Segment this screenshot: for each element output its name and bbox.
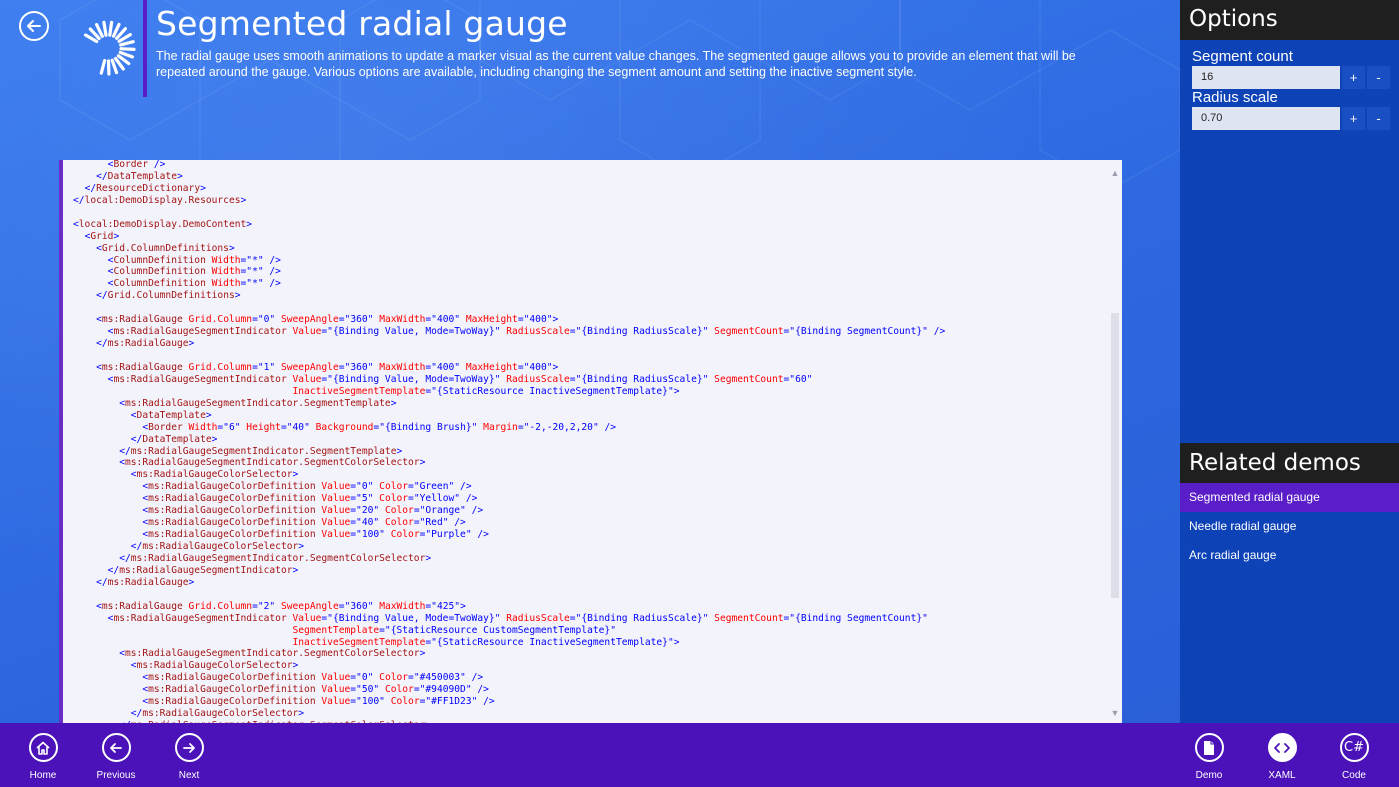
- radius-scale-increment-button[interactable]: +: [1342, 107, 1365, 130]
- radius-scale-input[interactable]: 0.70: [1192, 107, 1340, 130]
- code-line: </ms:RadialGaugeColorSelector>: [130, 708, 305, 720]
- segment-count-increment-button[interactable]: +: [1342, 66, 1365, 89]
- scroll-down-icon[interactable]: ▼: [1110, 708, 1120, 718]
- code-line: </Grid.ColumnDefinitions>: [96, 290, 241, 302]
- related-item-needle-radial-gauge[interactable]: Needle radial gauge: [1180, 512, 1399, 541]
- options-title: Options: [1189, 6, 1278, 32]
- code-line: <ms:RadialGaugeColorSelector>: [130, 660, 299, 672]
- code-line: <ms:RadialGauge Grid.Column="0" SweepAng…: [96, 314, 559, 326]
- scroll-up-icon[interactable]: ▲: [1110, 168, 1120, 178]
- code-line: <ms:RadialGaugeSegmentIndicator Value="{…: [107, 373, 813, 385]
- related-item-segmented-radial-gauge[interactable]: Segmented radial gauge: [1180, 483, 1399, 512]
- code-line: <ms:RadialGaugeSegmentIndicator.SegmentC…: [119, 648, 426, 660]
- code-line: <local:DemoDisplay.DemoContent>: [73, 218, 253, 230]
- csharp-icon: C#: [1344, 740, 1364, 755]
- vertical-scrollbar[interactable]: ▲ ▼: [1110, 168, 1120, 718]
- xaml-label: XAML: [1268, 770, 1296, 781]
- home-icon: [36, 741, 50, 755]
- radius-scale-label: Radius scale: [1192, 89, 1278, 106]
- code-line: </ms:RadialGaugeSegmentIndicator.Segment…: [119, 445, 403, 457]
- code-line: <ms:RadialGaugeSegmentIndicator Value="{…: [107, 612, 928, 624]
- back-button[interactable]: [19, 11, 49, 41]
- code-line: </local:DemoDisplay.Resources>: [73, 194, 247, 206]
- code-line: InactiveSegmentTemplate="{StaticResource…: [292, 385, 680, 397]
- code-line: </ms:RadialGaugeColorSelector>: [130, 541, 305, 552]
- code-line: <ms:RadialGaugeColorDefinition Value="0"…: [142, 481, 472, 493]
- code-line: <ms:RadialGaugeColorDefinition Value="5"…: [142, 493, 478, 505]
- options-header: Options: [1180, 0, 1399, 40]
- code-line: <ColumnDefinition Width="*" />: [107, 266, 281, 278]
- code-brackets-icon: [1274, 742, 1290, 753]
- code-line: <ms:RadialGaugeSegmentIndicator Value="{…: [107, 326, 946, 338]
- code-line: <ms:RadialGaugeColorDefinition Value="10…: [142, 696, 495, 708]
- arrow-left-icon: [27, 20, 41, 32]
- code-line: </ResourceDictionary>: [84, 182, 206, 194]
- code-line: <DataTemplate>: [130, 409, 212, 421]
- bottom-app-bar: Home Previous Next Demo XAML C# Code: [0, 723, 1399, 787]
- related-item-arc-radial-gauge[interactable]: Arc radial gauge: [1180, 541, 1399, 570]
- related-demos-header: Related demos: [1180, 443, 1399, 483]
- code-line: <ms:RadialGaugeSegmentIndicator.SegmentC…: [119, 457, 426, 469]
- code-line: <Grid>: [84, 230, 120, 242]
- code-line: <ms:RadialGaugeColorDefinition Value="0"…: [142, 672, 484, 684]
- code-line: <ms:RadialGaugeColorDefinition Value="20…: [142, 505, 484, 517]
- document-icon: [1204, 740, 1214, 755]
- code-line: <Border Width="6" Height="40" Background…: [142, 421, 617, 433]
- title-accent-bar: [143, 0, 147, 97]
- code-line: SegmentTemplate="{StaticResource CustomS…: [292, 624, 616, 636]
- related-demos-title: Related demos: [1189, 450, 1361, 476]
- home-label: Home: [29, 770, 57, 781]
- code-line: </ms:RadialGaugeSegmentIndicator.Segment…: [119, 552, 432, 564]
- arrow-left-icon: [110, 742, 122, 753]
- code-line: <ms:RadialGaugeColorDefinition Value="10…: [142, 529, 489, 541]
- previous-label: Previous: [96, 770, 136, 781]
- side-panel: Options Segment count 16 + - Radius scal…: [1180, 0, 1399, 723]
- segment-count-input[interactable]: 16: [1192, 66, 1340, 89]
- home-button[interactable]: Home: [13, 733, 73, 781]
- code-label: Code: [1342, 770, 1366, 781]
- code-lines: <Border /> </DataTemplate> </ResourceDic…: [73, 160, 1102, 723]
- arrow-right-icon: [183, 742, 195, 753]
- code-line: <ms:RadialGaugeColorDefinition Value="40…: [142, 517, 466, 529]
- code-line: <ms:RadialGaugeSegmentIndicator.SegmentT…: [119, 397, 397, 409]
- xaml-button[interactable]: XAML: [1252, 733, 1312, 781]
- code-line: <ms:RadialGaugeColorSelector>: [130, 469, 299, 481]
- radius-scale-decrement-button[interactable]: -: [1367, 107, 1390, 130]
- scroll-thumb[interactable]: [1111, 313, 1119, 598]
- code-line: </ms:RadialGauge>: [96, 576, 195, 588]
- code-line: </DataTemplate>: [96, 170, 183, 182]
- code-button[interactable]: C# Code: [1324, 733, 1384, 781]
- code-line: <ColumnDefinition Width="*" />: [107, 278, 281, 290]
- page-description: The radial gauge uses smooth animations …: [156, 49, 1076, 79]
- code-line: <ms:RadialGauge Grid.Column="2" SweepAng…: [96, 600, 466, 612]
- page-title: Segmented radial gauge: [156, 4, 568, 43]
- code-line: <Border />: [107, 160, 166, 170]
- next-label: Next: [178, 770, 200, 781]
- code-line: </ms:RadialGaugeSegmentIndicator>: [107, 564, 299, 576]
- code-line: <ColumnDefinition Width="*" />: [107, 254, 281, 266]
- code-line: </ms:RadialGauge>: [96, 338, 195, 350]
- code-line: <ms:RadialGaugeColorDefinition Value="50…: [142, 684, 489, 696]
- code-line: InactiveSegmentTemplate="{StaticResource…: [292, 636, 680, 648]
- code-line: <Grid.ColumnDefinitions>: [96, 242, 235, 254]
- xaml-code-viewer[interactable]: <Border /> </DataTemplate> </ResourceDic…: [59, 160, 1122, 723]
- next-button[interactable]: Next: [159, 733, 219, 781]
- code-line: <ms:RadialGauge Grid.Column="1" SweepAng…: [96, 361, 559, 373]
- code-line: </DataTemplate>: [130, 433, 218, 445]
- previous-button[interactable]: Previous: [86, 733, 146, 781]
- segment-count-label: Segment count: [1192, 48, 1293, 65]
- demo-button[interactable]: Demo: [1179, 733, 1239, 781]
- segment-count-decrement-button[interactable]: -: [1367, 66, 1390, 89]
- radial-gauge-logo-icon: [83, 20, 136, 76]
- demo-label: Demo: [1195, 770, 1223, 781]
